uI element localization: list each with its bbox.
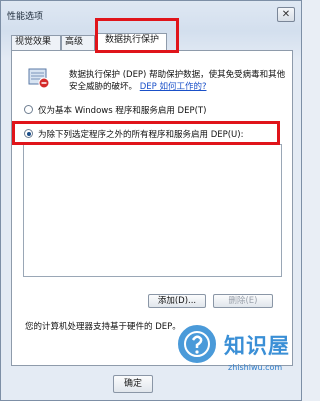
dep-description: 数据执行保护 (DEP) 帮助保护数据，使其免受病毒和其他安全威胁的破坏。 DE… xyxy=(69,69,289,93)
tab-advanced[interactable]: 高级 xyxy=(61,35,95,50)
dep-help-link[interactable]: DEP 如何工作的? xyxy=(140,82,207,92)
radio-highlight-box xyxy=(12,121,280,145)
tab-highlight-box xyxy=(95,18,179,53)
remove-button[interactable]: 删除(E) xyxy=(213,294,273,308)
ok-button[interactable]: 确定 xyxy=(113,375,153,393)
radio-basic-label: 仅为基本 Windows 程序和服务启用 DEP(T) xyxy=(38,106,207,116)
watermark-url: zhishiwu.com xyxy=(228,363,283,372)
excluded-programs-list[interactable] xyxy=(23,144,282,277)
watermark-brand: 知识屋 xyxy=(224,334,290,358)
close-button[interactable]: ✕ xyxy=(277,7,295,22)
add-button[interactable]: 添加(D)... xyxy=(148,294,206,308)
radio-basic-indicator[interactable] xyxy=(24,105,33,114)
watermark-question-icon xyxy=(176,323,218,365)
window-title: 性能选项 xyxy=(7,12,44,22)
watermark-logo: 知识屋 zhishiwu.com xyxy=(170,315,302,401)
tab-visual-effects[interactable]: 视觉效果 xyxy=(11,35,61,50)
hardware-dep-status: 您的计算机处理器支持基于硬件的 DEP。 xyxy=(25,322,181,332)
radio-basic-programs[interactable]: 仅为基本 Windows 程序和服务启用 DEP(T) xyxy=(24,104,206,116)
dep-shield-icon xyxy=(28,68,50,89)
